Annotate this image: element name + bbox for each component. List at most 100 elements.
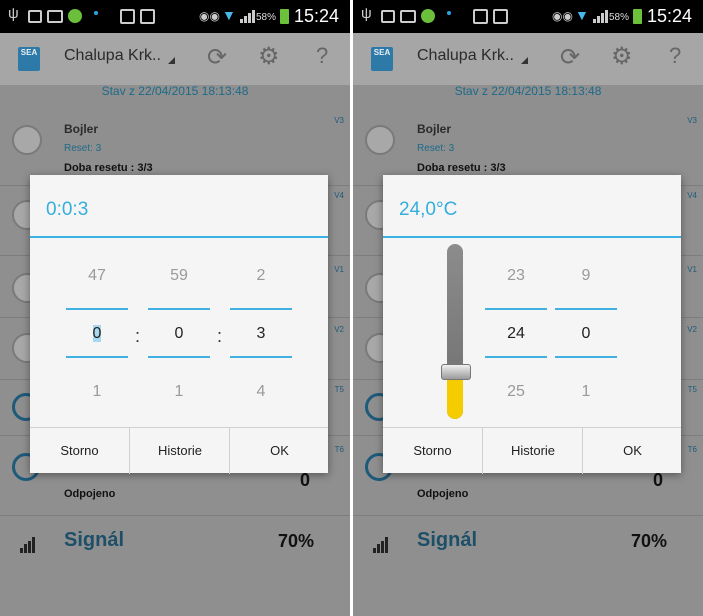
message-notification-icon [400, 10, 416, 23]
time-picker-dialog: 0:0:3 47 0 1 : 59 0 1 : 2 3 4 Storno His… [30, 175, 329, 474]
location-spinner[interactable]: Chalupa Krk.. [417, 47, 514, 65]
device-reset: Reset: 3 [64, 143, 102, 154]
status-bar: ψ ◉◉ ▼ 58% 15:24 [353, 0, 703, 33]
channel-tag: V3 [687, 116, 697, 125]
channel-tag: V1 [687, 265, 697, 274]
dialog-buttons: Storno Historie OK [383, 427, 681, 474]
minutes-picker[interactable]: 59 0 1 [148, 175, 210, 400]
action-bar: SEA Chalupa Krk.. ⟳ ⚙ ? [353, 33, 703, 85]
current-value[interactable]: 0 [555, 325, 617, 343]
ok-button[interactable]: OK [229, 428, 329, 474]
bookmark-icon [473, 9, 488, 24]
relay-indicator-icon [365, 125, 395, 155]
location-spinner[interactable]: Chalupa Krk.. [64, 47, 161, 65]
channel-tag: T6 [687, 445, 697, 454]
previous-value[interactable]: 9 [555, 267, 617, 285]
channel-tag: V3 [334, 116, 344, 125]
picker-divider [148, 356, 210, 358]
current-value[interactable]: 3 [230, 325, 292, 343]
action-bar: SEA Chalupa Krk.. ⟳ ⚙ ? [0, 33, 350, 85]
picker-divider [555, 356, 617, 358]
gear-icon[interactable]: ⚙ [611, 42, 633, 71]
cell-signal-icon [593, 9, 609, 23]
historie-button[interactable]: Historie [129, 428, 230, 474]
signal-bars-icon [20, 537, 38, 553]
temperature-picker-dialog: 24,0°C 23 24 25 9 0 1 Storno Historie OK [383, 175, 681, 474]
refresh-icon[interactable]: ⟳ [560, 43, 580, 72]
device-name: Bojler [64, 122, 99, 136]
channel-tag: T5 [687, 385, 697, 394]
channel-tag: T6 [334, 445, 344, 454]
relay-indicator-icon [12, 125, 42, 155]
app-logo-icon[interactable]: SEA [18, 47, 40, 71]
cell-signal-icon [240, 9, 256, 23]
app-logo-icon[interactable]: SEA [371, 47, 393, 71]
usb-icon: ψ [8, 5, 19, 22]
decimal-picker[interactable]: 9 0 1 [555, 175, 617, 400]
previous-value[interactable]: 47 [66, 267, 128, 285]
help-icon[interactable]: ? [669, 43, 681, 69]
sensor-state: Odpojeno [417, 488, 469, 500]
channel-tag: V2 [687, 325, 697, 334]
right-screen: ψ ◉◉ ▼ 58% 15:24 SEA Chalupa Krk.. ⟳ ⚙ ?… [353, 0, 703, 616]
spinner-arrow-icon [168, 57, 175, 64]
image-notification-icon [28, 10, 42, 23]
previous-value[interactable]: 23 [485, 267, 547, 285]
next-value[interactable]: 25 [485, 383, 547, 401]
next-value[interactable]: 1 [555, 383, 617, 401]
hours-picker[interactable]: 47 0 1 [66, 175, 128, 400]
device-name: Bojler [417, 122, 452, 136]
channel-tag: V1 [334, 265, 344, 274]
historie-button[interactable]: Historie [482, 428, 583, 474]
sensor-state: Odpojeno [64, 488, 116, 500]
notification-dot-icon [447, 11, 451, 15]
smart-stay-eye-icon: ◉◉ [552, 9, 573, 23]
current-value[interactable]: 0 [148, 325, 210, 343]
time-separator: : [217, 326, 223, 346]
device-reset-period: Doba resetu : 3/3 [417, 162, 506, 174]
gear-icon[interactable]: ⚙ [258, 42, 280, 71]
channel-tag: V2 [334, 325, 344, 334]
status-timestamp: Stav z 22/04/2015 18:13:48 [101, 84, 249, 98]
selected-text[interactable]: 0 [92, 325, 102, 342]
next-value[interactable]: 1 [148, 383, 210, 401]
next-value[interactable]: 1 [66, 383, 128, 401]
ok-button[interactable]: OK [582, 428, 682, 474]
device-reset: Reset: 3 [417, 143, 455, 154]
signal-label: Signál [417, 529, 478, 551]
battery-icon [633, 9, 642, 24]
battery-icon [280, 9, 289, 24]
android-debug-icon [421, 9, 435, 23]
picker-divider [485, 308, 547, 310]
channel-tag: V4 [687, 191, 697, 200]
notification-dot-icon [94, 11, 98, 15]
next-value[interactable]: 4 [230, 383, 292, 401]
channel-tag: T5 [334, 385, 344, 394]
refresh-icon[interactable]: ⟳ [207, 43, 227, 72]
help-icon[interactable]: ? [316, 43, 328, 69]
previous-value[interactable]: 2 [230, 267, 292, 285]
wifi-icon: ▼ [575, 7, 589, 23]
signal-label: Signál [64, 529, 125, 551]
picker-divider [148, 308, 210, 310]
clock: 15:24 [647, 6, 693, 26]
current-value[interactable]: 24 [485, 325, 547, 343]
storno-button[interactable]: Storno [383, 428, 482, 474]
current-value[interactable]: 0 [66, 325, 128, 343]
degrees-picker[interactable]: 23 24 25 [485, 175, 547, 400]
wifi-icon: ▼ [222, 7, 236, 23]
dialog-title: 24,0°C [399, 199, 458, 220]
picker-divider [555, 308, 617, 310]
previous-value[interactable]: 59 [148, 267, 210, 285]
calendar-icon [140, 9, 155, 24]
spinner-arrow-icon [521, 57, 528, 64]
picker-divider [230, 308, 292, 310]
signal-bars-icon [373, 537, 391, 553]
left-screen: ψ ◉◉ ▼ 58% 15:24 SEA Chalupa Krk.. ⟳ ⚙ ?… [0, 0, 350, 616]
usb-icon: ψ [361, 5, 372, 22]
picker-divider [66, 308, 128, 310]
battery-percent: 58% [256, 12, 277, 23]
storno-button[interactable]: Storno [30, 428, 129, 474]
temperature-slider-handle[interactable] [441, 364, 471, 380]
seconds-picker[interactable]: 2 3 4 [230, 175, 292, 400]
